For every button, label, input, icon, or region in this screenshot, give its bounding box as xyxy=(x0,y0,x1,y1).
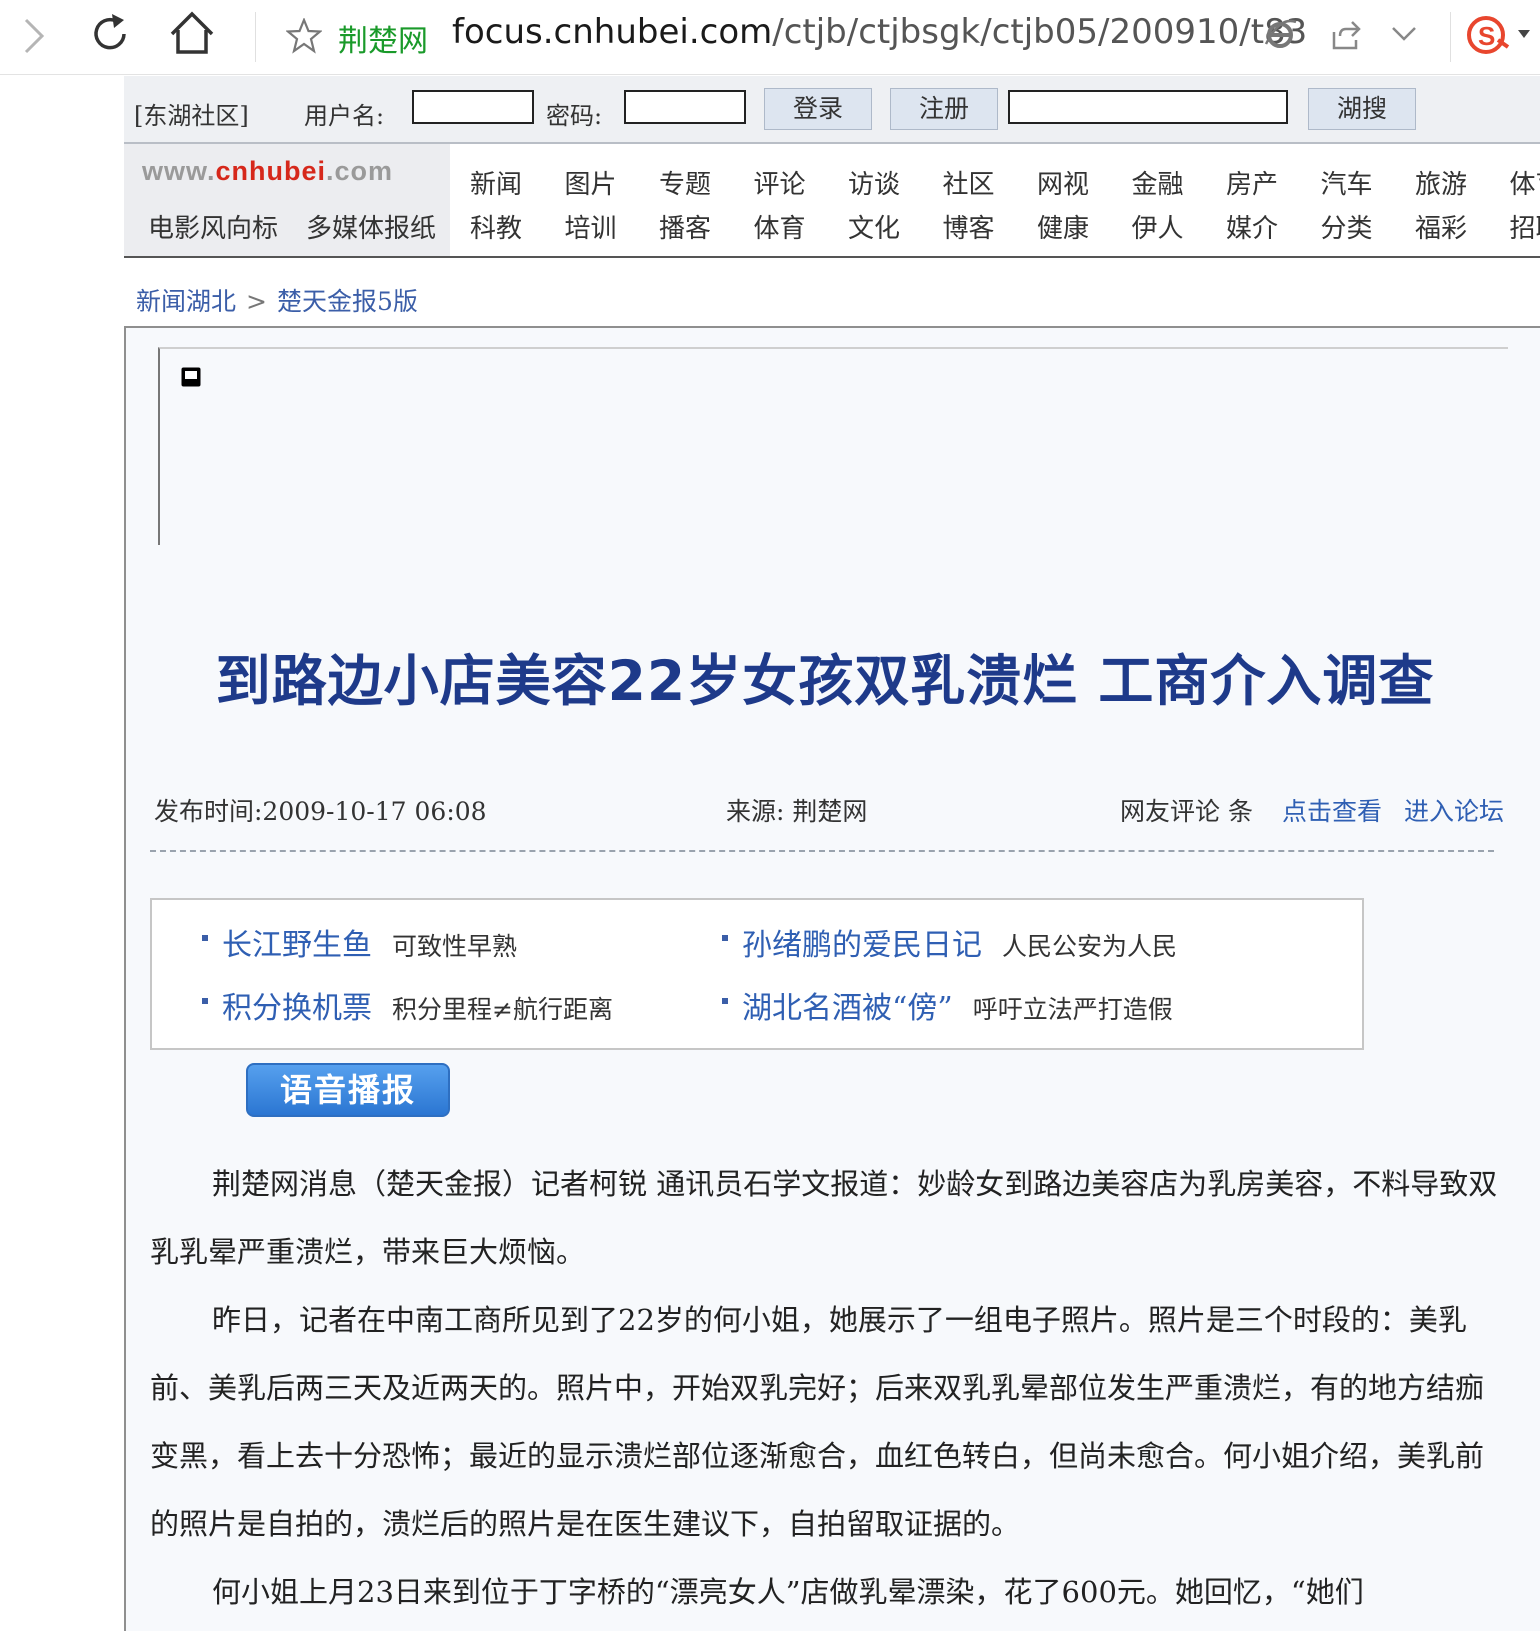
nav-item[interactable]: 图片 xyxy=(565,164,617,201)
menu-caret-icon[interactable] xyxy=(1516,28,1532,40)
breadcrumb: 新闻湖北 > 楚天金报5版 xyxy=(136,282,418,318)
article-source: 来源: 荆楚网 xyxy=(726,797,868,826)
svg-text:S: S xyxy=(1478,21,1495,51)
related-item: 积分换机票 积分里程≠航行距离 xyxy=(222,983,613,1027)
article-paragraph: 昨日，记者在中南工商所见到了22岁的何小姐，她展示了一组电子照片。照片是三个时段… xyxy=(150,1303,1485,1541)
nav-item[interactable]: 汽车 xyxy=(1321,164,1373,201)
ad-frame xyxy=(158,347,1508,545)
home-icon[interactable] xyxy=(168,10,216,56)
ie-compat-icon[interactable] xyxy=(1262,16,1298,52)
view-comments-link[interactable]: 点击查看 xyxy=(1282,792,1382,828)
bullet-icon xyxy=(722,998,728,1004)
nav-item[interactable]: 房产 xyxy=(1226,164,1278,201)
site-logo[interactable]: www.cnhubei.com xyxy=(142,156,393,187)
login-button[interactable]: 登录 xyxy=(764,88,872,130)
article-headline: 到路边小店美容22岁女孩双乳溃烂 工商介入调查 xyxy=(215,649,1435,713)
nav-item[interactable]: 分类 xyxy=(1321,208,1373,245)
username-label: 用户名: xyxy=(304,102,385,130)
breadcrumb-current[interactable]: 楚天金报5版 xyxy=(277,287,418,316)
nav-item[interactable]: 播客 xyxy=(659,208,711,245)
login-bar: [东湖社区] 用户名: 密码: 登录 注册 湖搜 xyxy=(124,76,1540,144)
related-desc: 可致性早熟 xyxy=(392,932,518,961)
sub-link-movie[interactable]: 电影风向标 xyxy=(148,208,278,245)
nav-item[interactable]: 媒介 xyxy=(1226,208,1278,245)
related-item: 孙绪鹏的爱民日记 人民公安为人民 xyxy=(742,920,1177,964)
breadcrumb-separator: > xyxy=(246,287,267,316)
breadcrumb-home[interactable]: 新闻湖北 xyxy=(136,287,236,316)
related-desc: 积分里程≠航行距离 xyxy=(392,995,613,1024)
related-link[interactable]: 长江野生鱼 xyxy=(222,928,372,963)
related-desc: 呼吁立法严打造假 xyxy=(972,995,1173,1024)
article-body: 荆楚网消息（楚天金报）记者柯锐 通讯员石学文报道：妙龄女到路边美容店为乳房美容，… xyxy=(150,1150,1500,1626)
bullet-icon xyxy=(202,998,208,1004)
related-link[interactable]: 孙绪鹏的爱民日记 xyxy=(742,928,982,963)
article-paragraph: 荆楚网消息（楚天金报）记者柯锐 通讯员石学文报道：妙龄女到路边美容店为乳房美容，… xyxy=(150,1167,1498,1269)
chevron-down-icon[interactable] xyxy=(1390,24,1418,44)
nav-item[interactable]: 网视 xyxy=(1037,164,1089,201)
bullet-icon xyxy=(202,935,208,941)
broken-image-icon xyxy=(180,366,202,388)
search-button[interactable]: 湖搜 xyxy=(1308,88,1416,130)
nav-item[interactable]: 体育 xyxy=(1510,164,1540,201)
forum-link[interactable]: 进入论坛 xyxy=(1404,792,1504,828)
nav-item[interactable]: 科教 xyxy=(470,208,522,245)
nav-item[interactable]: 旅游 xyxy=(1415,164,1467,201)
nav-item[interactable]: 访谈 xyxy=(848,164,900,201)
password-input[interactable] xyxy=(624,90,746,124)
toolbar-divider xyxy=(255,12,256,62)
related-link[interactable]: 积分换机票 xyxy=(222,991,372,1026)
related-desc: 人民公安为人民 xyxy=(1002,932,1178,961)
nav-item[interactable]: 社区 xyxy=(943,164,995,201)
forward-icon[interactable] xyxy=(18,16,48,56)
password-label: 密码: xyxy=(546,102,603,130)
sogou-browser-icon[interactable]: S xyxy=(1466,14,1512,56)
toolbar-divider xyxy=(1450,12,1451,62)
voice-broadcast-button[interactable]: 语音播报 xyxy=(246,1063,450,1117)
related-item: 湖北名酒被“傍” 呼吁立法严打造假 xyxy=(742,983,1173,1027)
browser-toolbar: 荆楚网 focus.cnhubei.com/ctjb/ctjbsgk/ctjb0… xyxy=(0,0,1540,75)
username-input[interactable] xyxy=(412,90,534,124)
nav-item[interactable]: 博客 xyxy=(943,208,995,245)
comments-label: 网友评论 条 xyxy=(1120,797,1253,826)
nav-item[interactable]: 新闻 xyxy=(470,164,522,201)
site-search-input[interactable] xyxy=(1008,90,1288,124)
share-icon[interactable] xyxy=(1328,18,1362,52)
bullet-icon xyxy=(722,935,728,941)
url-path: /ctjb/ctjbsgk/ctjb05/200910/t83 xyxy=(772,12,1308,52)
site-security-label: 荆楚网 xyxy=(338,24,428,59)
nav-item[interactable]: 文化 xyxy=(848,208,900,245)
related-link[interactable]: 湖北名酒被“傍” xyxy=(742,991,953,1026)
nav-item[interactable]: 伊人 xyxy=(1132,208,1184,245)
sub-link-multimedia-paper[interactable]: 多媒体报纸 xyxy=(306,208,436,245)
register-button[interactable]: 注册 xyxy=(890,88,998,130)
url-domain: focus.cnhubei.com xyxy=(452,12,773,52)
nav-item[interactable]: 体育 xyxy=(754,208,806,245)
nav-item[interactable]: 招聘 xyxy=(1510,208,1540,245)
address-bar[interactable]: focus.cnhubei.com/ctjb/ctjbsgk/ctjb05/20… xyxy=(452,12,1307,52)
community-label: [东湖社区] xyxy=(134,102,249,130)
article-paragraph: 何小姐上月23日来到位于丁字桥的“漂亮女人”店做乳晕漂染，花了600元。她回忆，… xyxy=(212,1575,1364,1609)
nav-item[interactable]: 评论 xyxy=(754,164,806,201)
nav-item[interactable]: 培训 xyxy=(565,208,617,245)
nav-item[interactable]: 福彩 xyxy=(1415,208,1467,245)
nav-item[interactable]: 金融 xyxy=(1132,164,1184,201)
reload-icon[interactable] xyxy=(88,12,132,56)
related-item: 长江野生鱼 可致性早熟 xyxy=(222,920,517,964)
nav-item[interactable]: 健康 xyxy=(1037,208,1089,245)
nav-item[interactable]: 专题 xyxy=(659,164,711,201)
publish-time: 发布时间:2009-10-17 06:08 xyxy=(154,797,487,826)
bookmark-star-icon[interactable] xyxy=(286,18,322,54)
meta-divider xyxy=(150,850,1494,852)
